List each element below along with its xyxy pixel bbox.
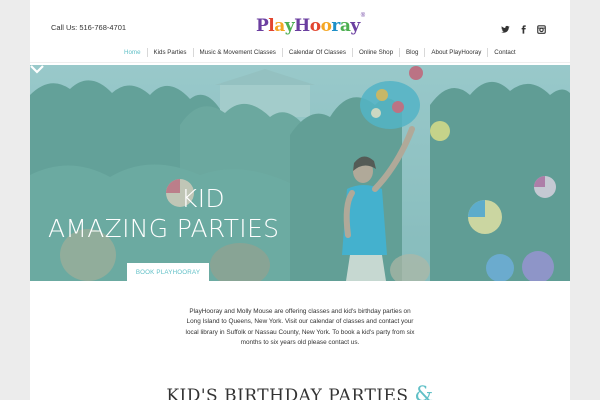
phone-number[interactable]: Call Us: 516-768-4701 bbox=[51, 23, 126, 32]
nav-item-online-shop[interactable]: Online Shop bbox=[351, 48, 399, 57]
page-container: Call Us: 516-768-4701 PlayHooray® Home K… bbox=[30, 0, 570, 400]
nav-item-blog[interactable]: Blog bbox=[399, 48, 424, 57]
nav-item-music-movement-classes[interactable]: Music & Movement Classes bbox=[192, 48, 282, 57]
logo-letter: o bbox=[309, 16, 321, 36]
logo-letter: P bbox=[256, 16, 269, 36]
nav-item-about-playhooray[interactable]: About PlayHooray bbox=[424, 48, 487, 57]
hero-photo bbox=[30, 65, 570, 281]
ampersand: & bbox=[414, 382, 434, 400]
logo-letter: y bbox=[284, 16, 295, 36]
intro-text: PlayHooray and Molly Mouse are offering … bbox=[185, 308, 415, 346]
section-heading-text: KID'S BIRTHDAY PARTIES bbox=[166, 386, 409, 400]
logo-letter: r bbox=[331, 16, 340, 36]
hero-title-line-1: KID bbox=[181, 184, 225, 213]
logo-text: PlayHooray bbox=[256, 16, 360, 36]
social-links bbox=[501, 21, 546, 34]
nav-item-contact[interactable]: Contact bbox=[487, 48, 521, 57]
nav-divider bbox=[30, 62, 570, 63]
hero-title: KID AMAZING PARTIES bbox=[48, 184, 279, 244]
book-playhooray-button[interactable]: BOOK PLAYHOORAY bbox=[127, 263, 209, 281]
hero-banner: KID AMAZING PARTIES BOOK PLAYHOORAY bbox=[30, 65, 570, 281]
logo-letter: o bbox=[320, 16, 332, 36]
logo-letter: a bbox=[274, 16, 285, 36]
nav-item-calendar-of-classes[interactable]: Calendar Of Classes bbox=[281, 48, 352, 57]
instagram-icon[interactable] bbox=[537, 21, 546, 34]
section-heading: KID'S BIRTHDAY PARTIES & bbox=[30, 382, 570, 400]
twitter-icon[interactable] bbox=[501, 21, 510, 33]
logo-letter: H bbox=[294, 16, 310, 36]
nav-item-home[interactable]: Home bbox=[118, 48, 147, 57]
main-nav: Home Kids Parties Music & Movement Class… bbox=[118, 48, 522, 57]
nav-item-kids-parties[interactable]: Kids Parties bbox=[146, 48, 193, 57]
registered-mark: ® bbox=[360, 13, 366, 19]
logo-letter: a bbox=[339, 16, 351, 36]
facebook-icon[interactable] bbox=[519, 21, 528, 34]
logo[interactable]: PlayHooray® bbox=[256, 13, 365, 39]
hero-title-line-2: AMAZING PARTIES bbox=[48, 214, 280, 243]
chevron-down-icon[interactable] bbox=[30, 65, 44, 74]
logo-letter: y bbox=[350, 16, 360, 36]
